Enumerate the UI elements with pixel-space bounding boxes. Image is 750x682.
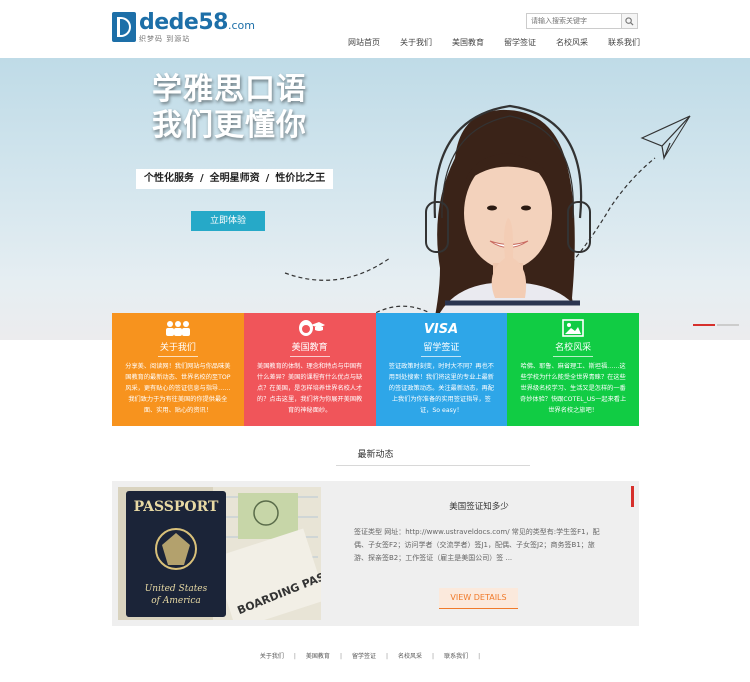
feature-schools[interactable]: 名校风采 哈佛、耶鲁、麻省理工、斯坦福……这些学校为什么能受全世界青睐？在这些世… [507,313,639,426]
nav-home[interactable]: 网站首页 [348,37,380,48]
feature-title: 美国教育 [291,343,328,353]
footer-links: 关于我们 | 美国教育 | 留学签证 | 名校风采 | 联系我们 | [259,653,481,660]
news-scroll-indicator[interactable] [631,486,634,507]
heading-underline [336,465,530,466]
search-box [526,13,640,29]
search-icon [625,16,634,26]
graduate-icon [298,320,325,336]
slider-dot[interactable] [717,324,739,326]
feature-desc: 哈佛、耶鲁、麻省理工、斯坦福……这些学校为什么能受全世界青睐？在这些世界级名校学… [520,363,627,414]
view-details-button[interactable]: VIEW DETAILS [439,588,518,609]
feature-title: 关于我们 [159,343,196,353]
hero-girl-illustration [284,104,691,340]
feature-title: 留学签证 [423,343,460,353]
feature-desc: 分享美、阅读网！我们网站与你品味美国教育的最新动态、世界名校的至TOP风采，更有… [125,363,231,414]
news-heading: 最新动态 [357,450,394,460]
site-header: dede58.com 织梦码 到源站 网站首页 关于我们 美国教育 留学签证 名… [0,0,750,58]
passport-text: PASSPORT [134,499,219,515]
search-input[interactable] [526,13,622,29]
try-now-button[interactable]: 立即体验 [191,211,265,231]
logo-suffix: .com [227,19,255,32]
nav-schools[interactable]: 名校风采 [556,37,588,48]
feature-visa[interactable]: VISA 留学签证 签证政策时刻变，时时大不同？再也不用到处搜索！我们将这里的专… [375,313,508,426]
news-card: BOARDING PASS PASSPORT United States of … [112,481,639,626]
nav-us-education[interactable]: 美国教育 [452,37,484,48]
footer-link-us-education[interactable]: 美国教育 [306,653,330,660]
feature-blocks: 关于我们 分享美、阅读网！我们网站与你品味美国教育的最新动态、世界名校的至TOP… [112,313,639,426]
slider-dot-active[interactable] [693,324,715,326]
feature-title: 名校风采 [555,343,592,353]
news-section-heading: 最新动态 [112,426,639,481]
main-nav: 网站首页 关于我们 美国教育 留学签证 名校风采 联系我们 [328,37,640,48]
logo-slogan: 织梦码 到源站 [139,35,191,43]
footer-link-visa[interactable]: 留学签证 [352,653,376,660]
feature-us-education[interactable]: 美国教育 美国教育的体制、理念和特点与中国有什么差异？美国的课程有什么优点与缺点… [243,313,376,426]
slider-dots [693,324,739,326]
news-image[interactable]: BOARDING PASS PASSPORT United States of … [118,487,321,620]
nav-contact[interactable]: 联系我们 [608,37,640,48]
country-text-line2: of America [151,596,201,606]
nav-visa[interactable]: 留学签证 [504,37,536,48]
feature-about[interactable]: 关于我们 分享美、阅读网！我们网站与你品味美国教育的最新动态、世界名校的至TOP… [112,313,244,426]
feature-desc: 美国教育的体制、理念和特点与中国有什么差异？美国的课程有什么优点与缺点？在美国，… [257,363,363,414]
passport-image: BOARDING PASS PASSPORT United States of … [118,487,321,620]
footer-link-schools[interactable]: 名校风采 [398,653,422,660]
news-title[interactable]: 美国签证知多少 [354,500,604,512]
footer-link-contact[interactable]: 联系我们 [444,653,468,660]
svg-text:VISA: VISA [425,322,457,336]
news-excerpt: 签证类型 网址：http://www.ustraveldocs.com/ 常见的… [354,528,600,562]
picture-icon [562,319,584,337]
country-text-line1: United States [145,584,208,594]
people-icon [165,321,190,336]
logo-name: dede58 [139,10,228,35]
paper-plane-icon [640,115,691,161]
search-button[interactable] [622,13,638,29]
logo-mark-icon [112,12,136,42]
feature-desc: 签证政策时刻变，时时大不同？再也不用到处搜索！我们将这里的专业上最新的签证政策动… [388,363,494,414]
footer-link-about[interactable]: 关于我们 [260,653,284,660]
nav-about[interactable]: 关于我们 [400,37,432,48]
visa-icon: VISA [425,322,457,336]
site-footer: 关于我们 | 美国教育 | 留学签证 | 名校风采 | 联系我们 | [0,640,750,682]
site-logo[interactable]: dede58.com 织梦码 到源站 [112,12,255,46]
hero-banner: 学雅思口语 我们更懂你 个性化服务 / 全明星师资 / 性价比之王 立即体验 [0,58,750,340]
